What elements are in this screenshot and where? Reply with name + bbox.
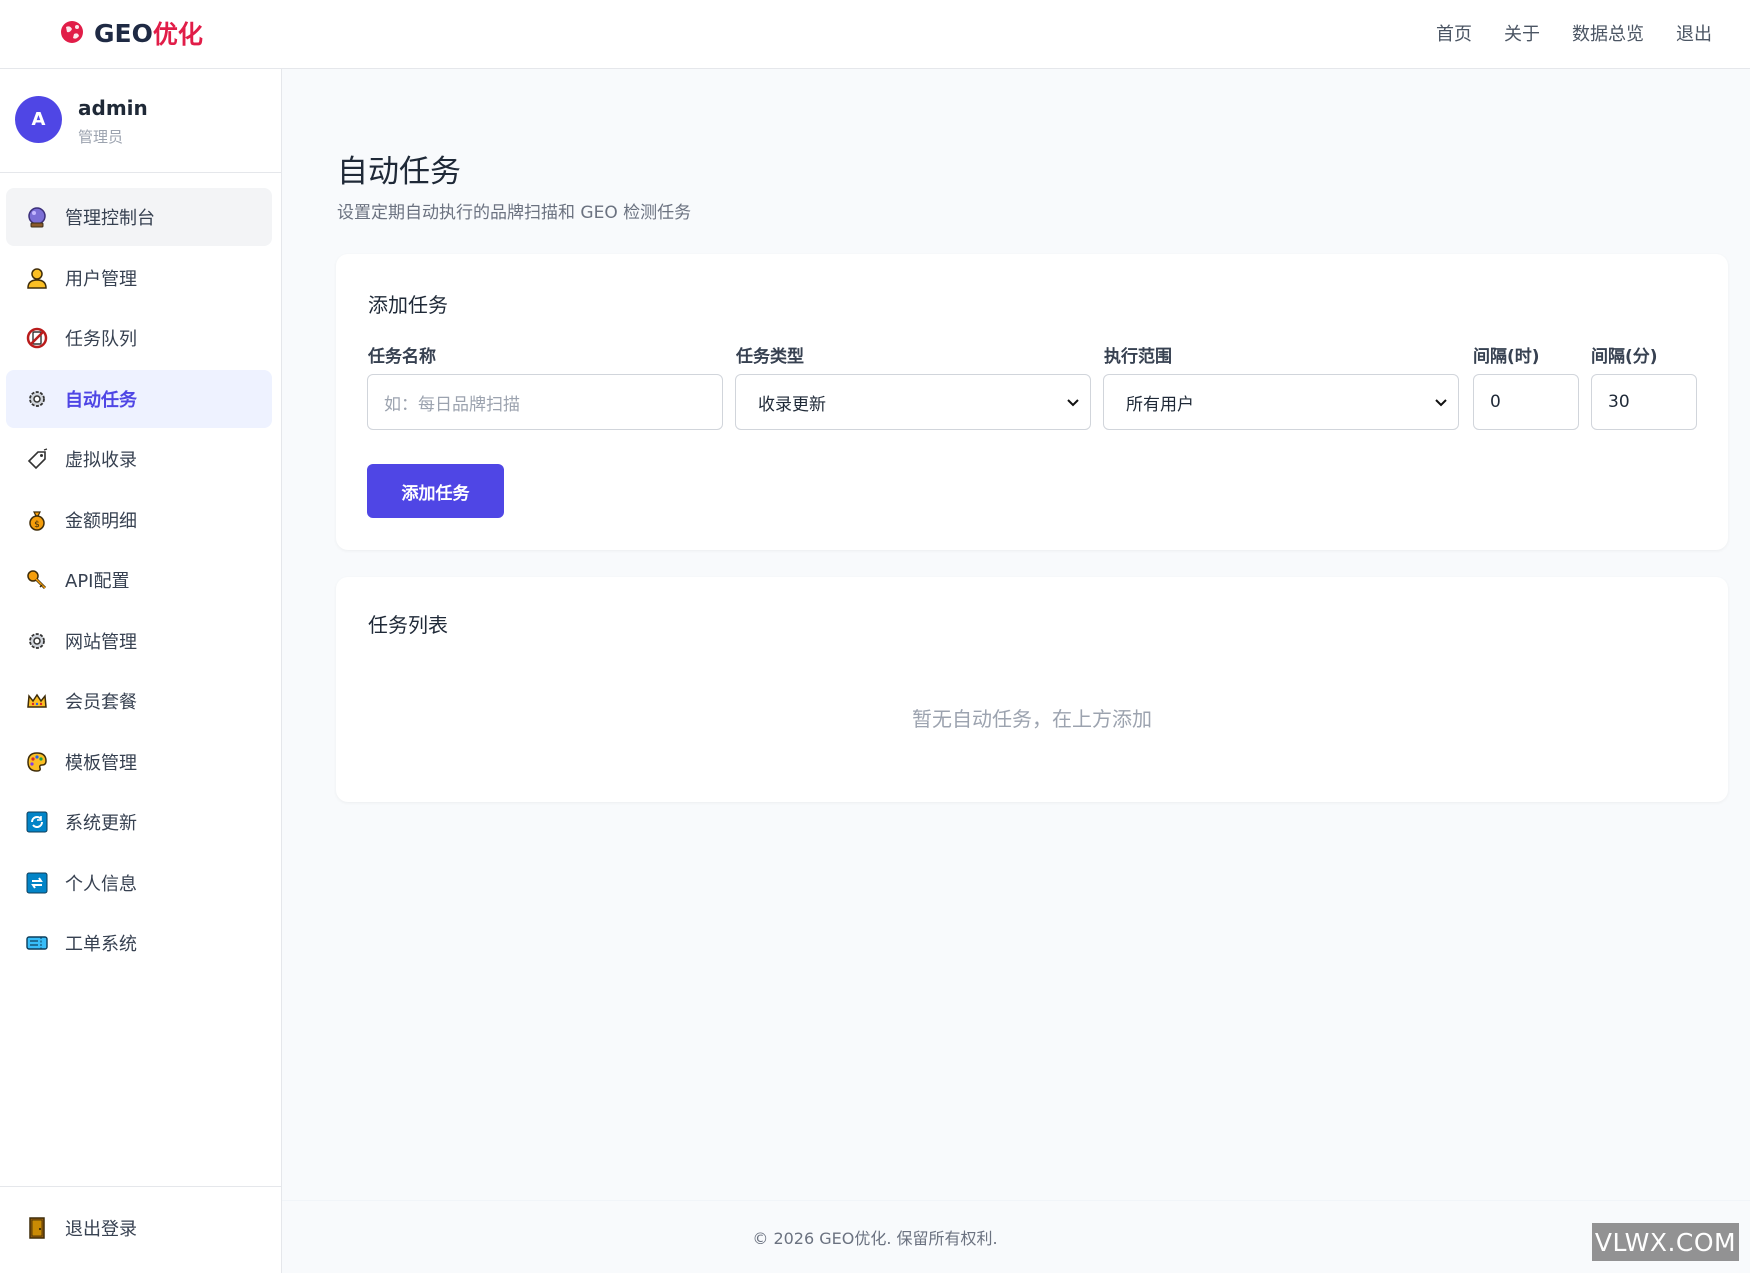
nav-home[interactable]: 首页 (1436, 20, 1472, 46)
sidebar-item-label: 工单系统 (65, 934, 137, 955)
nav-overview[interactable]: 数据总览 (1572, 20, 1644, 46)
sidebar-item-label: 用户管理 (65, 268, 137, 290)
gear-icon (24, 386, 50, 412)
logout-label: 退出登录 (65, 1219, 137, 1240)
sidebar-item-template-management[interactable]: 模板管理 (6, 733, 272, 791)
nav-exit[interactable]: 退出 (1676, 20, 1712, 46)
tag-icon (24, 446, 50, 472)
sidebar-item-label: 虚拟收录 (65, 450, 137, 471)
task-name-input[interactable]: 如：每日品牌扫描 (367, 374, 723, 430)
sidebar-item-label: 金额明细 (65, 510, 137, 532)
scope-label: 执行范围 (1104, 347, 1172, 367)
money-bag-icon: $ (24, 507, 50, 533)
palette-icon (24, 749, 50, 775)
refresh-icon (24, 809, 50, 835)
task-type-label: 任务类型 (736, 347, 804, 367)
ticket-icon (24, 930, 50, 956)
sidebar-item-api-config[interactable]: API配置 (6, 551, 272, 609)
crystal-ball-icon (24, 204, 50, 230)
sidebar-item-label: 管理控制台 (65, 208, 155, 229)
task-type-select[interactable]: 收录更新 (735, 374, 1091, 430)
sidebar-item-auto-tasks[interactable]: 自动任务 (6, 369, 272, 428)
sidebar-item-label: 任务队列 (65, 329, 137, 350)
task-list-card-title: 任务列表 (368, 613, 448, 637)
sidebar-item-users[interactable]: 用户管理 (6, 249, 272, 307)
sidebar-item-website-management[interactable]: 网站管理 (6, 612, 272, 670)
add-task-button[interactable]: 添加任务 (367, 464, 504, 518)
chevron-down-icon (1067, 399, 1079, 407)
no-entry-icon (24, 325, 50, 351)
interval-hours-input[interactable]: 0 (1473, 374, 1579, 430)
task-list-card: 任务列表 暂无自动任务，在上方添加 (336, 577, 1728, 802)
user-profile: A admin 管理员 (0, 69, 281, 173)
logo-text: GEO (94, 18, 153, 48)
top-header: GEO 优化 首页 关于 数据总览 退出 (0, 0, 1750, 69)
logo[interactable]: GEO 优化 (58, 16, 203, 50)
task-name-label: 任务名称 (368, 347, 436, 367)
interval-hours-label: 间隔(时) (1473, 347, 1540, 367)
sidebar-item-system-update[interactable]: 系统更新 (6, 793, 272, 851)
crown-icon (24, 688, 50, 714)
top-nav: 首页 关于 数据总览 退出 (1436, 20, 1712, 46)
scope-select[interactable]: 所有用户 (1103, 374, 1459, 430)
sidebar-item-membership-plans[interactable]: 会员套餐 (6, 672, 272, 730)
sidebar-item-label: 系统更新 (65, 813, 137, 834)
scope-value: 所有用户 (1126, 394, 1194, 415)
interval-minutes-label: 间隔(分) (1591, 347, 1658, 367)
add-task-card-title: 添加任务 (368, 293, 448, 317)
footer-copyright: © 2026 GEO优化. 保留所有权利. (752, 1229, 998, 1248)
door-icon (24, 1215, 50, 1241)
task-type-value: 收录更新 (758, 394, 826, 415)
sidebar-item-label: 模板管理 (65, 752, 137, 774)
add-task-card: 添加任务 任务名称 如：每日品牌扫描 任务类型 收录更新 执行范围 所有用户 间… (336, 254, 1728, 550)
interval-minutes-input[interactable]: 30 (1591, 374, 1697, 430)
sidebar-item-task-queue[interactable]: 任务队列 (6, 309, 272, 367)
sidebar-item-label: 个人信息 (65, 873, 137, 895)
sidebar-item-label: 自动任务 (65, 389, 137, 411)
sidebar-item-label: 会员套餐 (65, 692, 137, 713)
sidebar-item-label: API配置 (65, 571, 130, 592)
globe-pin-icon (58, 19, 86, 47)
sidebar: A admin 管理员 管理控制台 用户管理 任务队列 自动任务 虚拟收录 $ … (0, 69, 282, 1273)
footer: © 2026 GEO优化. 保留所有权利. (282, 1200, 1750, 1273)
sidebar-item-amount-details[interactable]: $ 金额明细 (6, 491, 272, 549)
key-icon (24, 567, 50, 593)
sidebar-bottom: 退出登录 (0, 1186, 281, 1273)
page-title: 自动任务 (337, 154, 461, 190)
chevron-down-icon (1435, 399, 1447, 407)
user-role: 管理员 (78, 128, 124, 146)
logo-text-accent: 优化 (152, 20, 203, 49)
user-name: admin (78, 96, 148, 120)
logout-button[interactable]: 退出登录 (6, 1203, 272, 1253)
repeat-icon (24, 870, 50, 896)
avatar[interactable]: A (15, 96, 62, 143)
sidebar-menu: 管理控制台 用户管理 任务队列 自动任务 虚拟收录 $ 金额明细 API配置 网… (6, 188, 272, 975)
page-subtitle: 设置定期自动执行的品牌扫描和 GEO 检测任务 (337, 203, 692, 223)
watermark: VLWX.COM (1592, 1223, 1739, 1261)
svg-text:$: $ (34, 520, 40, 530)
sidebar-item-virtual-index[interactable]: 虚拟收录 (6, 430, 272, 488)
gear-icon (24, 628, 50, 654)
empty-state-text: 暂无自动任务，在上方添加 (912, 707, 1152, 731)
user-icon (24, 265, 50, 291)
sidebar-item-ticket-system[interactable]: 工单系统 (6, 914, 272, 972)
sidebar-item-label: 网站管理 (65, 631, 137, 653)
nav-about[interactable]: 关于 (1504, 20, 1540, 46)
sidebar-item-profile[interactable]: 个人信息 (6, 854, 272, 912)
sidebar-item-dashboard[interactable]: 管理控制台 (6, 188, 272, 246)
